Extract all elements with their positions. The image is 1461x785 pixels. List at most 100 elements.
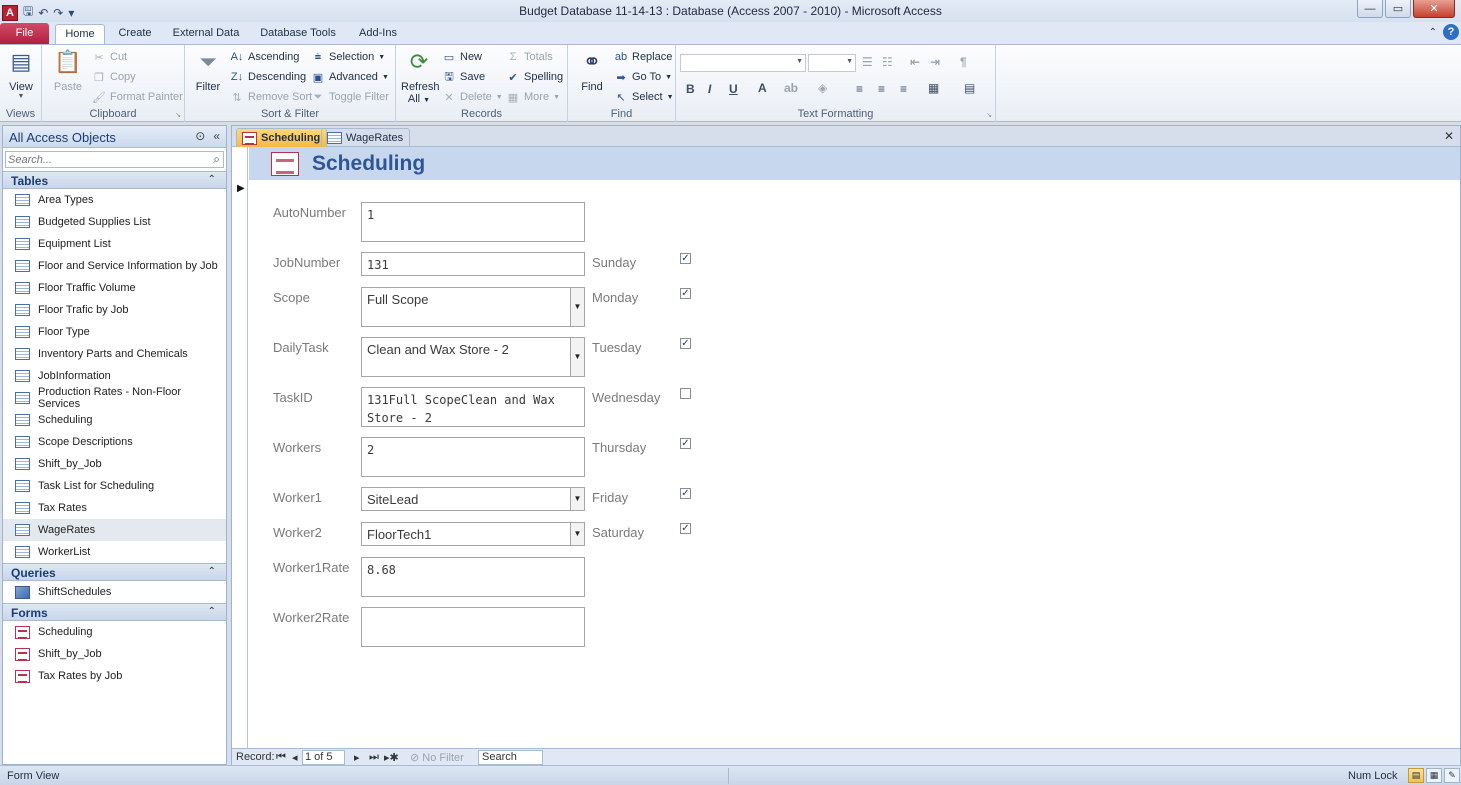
increase-indent-icon[interactable]: ⇥ xyxy=(930,55,940,69)
cut-button[interactable]: ✂ Cut xyxy=(92,48,127,66)
totals-button[interactable]: Σ Totals xyxy=(506,48,553,66)
combo-dailytask[interactable]: Clean and Wax Store - 2 ▼ xyxy=(361,337,585,377)
textbox-taskid[interactable]: 131Full ScopeClean and Wax Store - 2 xyxy=(361,387,585,427)
new-record-icon[interactable]: ▸✱ xyxy=(384,751,399,764)
checkbox-tuesday[interactable]: ✓ xyxy=(680,338,691,349)
nav-section-tables[interactable]: Tables ⌃ xyxy=(3,171,226,189)
doc-tab-wagerates[interactable]: WageRates xyxy=(321,128,411,147)
fill-color-icon[interactable]: ◈ xyxy=(818,81,827,95)
nav-section-forms[interactable]: Forms ⌃ xyxy=(3,603,226,621)
dropdown-arrow-icon[interactable]: ▼ xyxy=(570,288,584,326)
alternate-row-color-icon[interactable]: ▤ xyxy=(964,81,975,95)
dialog-launcher-icon[interactable]: ↘ xyxy=(986,111,992,119)
underline-button[interactable]: U xyxy=(729,82,738,96)
checkbox-monday[interactable]: ✓ xyxy=(680,288,691,299)
textbox-jobnumber[interactable]: 131 xyxy=(361,252,585,276)
record-search-box[interactable]: Search xyxy=(478,750,543,765)
shutter-bar-close-icon[interactable]: « xyxy=(213,129,220,143)
go-to-button[interactable]: ➡ Go To ▼ xyxy=(614,68,672,86)
combo-scope[interactable]: Full Scope ▼ xyxy=(361,287,585,327)
selection-button[interactable]: ⩧ Selection ▼ xyxy=(311,48,385,66)
combo-worker1[interactable]: SiteLead ▼ xyxy=(361,487,585,511)
nav-pane-header[interactable]: All Access Objects ⊙ « xyxy=(3,126,226,148)
previous-record-icon[interactable]: ◂ xyxy=(292,751,298,764)
paragraph-direction-icon[interactable]: ¶ xyxy=(960,55,967,69)
gridlines-icon[interactable]: ▦ xyxy=(928,81,939,95)
filter-button[interactable]: ⏷ Filter xyxy=(190,47,226,93)
nav-item[interactable]: Floor and Service Information by Job xyxy=(3,255,226,277)
more-button[interactable]: ▦ More ▼ xyxy=(506,88,560,106)
advanced-button[interactable]: ▣ Advanced ▼ xyxy=(311,68,389,86)
nav-item[interactable]: Shift_by_Job xyxy=(3,643,226,665)
dropdown-arrow-icon[interactable]: ▼ xyxy=(570,338,584,376)
nav-item[interactable]: Floor Trafic by Job xyxy=(3,299,226,321)
tab-add-ins[interactable]: Add-Ins xyxy=(351,24,405,44)
combo-worker2[interactable]: FloorTech1 ▼ xyxy=(361,522,585,546)
textbox-worker1rate[interactable]: 8.68 xyxy=(361,557,585,597)
font-size-combo[interactable]: ▼ xyxy=(808,54,856,72)
tab-database-tools[interactable]: Database Tools xyxy=(255,24,341,44)
close-document-icon[interactable]: ✕ xyxy=(1444,129,1454,143)
format-painter-button[interactable]: 🖌 Format Painter xyxy=(92,88,183,106)
textbox-autonumber[interactable]: 1 xyxy=(361,202,585,242)
nav-item[interactable]: Floor Traffic Volume xyxy=(3,277,226,299)
spelling-button[interactable]: ✔ Spelling xyxy=(506,68,563,86)
toggle-filter-button[interactable]: ⏷ Toggle Filter xyxy=(311,88,389,106)
nav-item[interactable]: Shift_by_Job xyxy=(3,453,226,475)
nav-item[interactable]: Scope Descriptions xyxy=(3,431,226,453)
nav-item[interactable]: ShiftSchedules xyxy=(3,581,226,603)
close-button[interactable]: ✕ xyxy=(1413,0,1455,18)
tab-external-data[interactable]: External Data xyxy=(168,24,244,44)
minimize-ribbon-icon[interactable]: ⌃ xyxy=(1429,27,1437,38)
align-center-icon[interactable]: ≡ xyxy=(878,82,885,96)
nav-item[interactable]: WorkerList xyxy=(3,541,226,563)
align-right-icon[interactable]: ≡ xyxy=(900,82,907,96)
select-button[interactable]: ↖ Select ▼ xyxy=(614,88,673,106)
tab-file[interactable]: File xyxy=(0,23,49,44)
next-record-icon[interactable]: ▸ xyxy=(354,751,360,764)
collapse-section-icon[interactable]: ⌃ xyxy=(208,606,216,617)
nav-item[interactable]: WageRates xyxy=(3,519,226,541)
nav-item[interactable]: JobInformation xyxy=(3,365,226,387)
bold-button[interactable]: B xyxy=(686,82,695,96)
nav-item[interactable]: Area Types xyxy=(3,189,226,211)
checkbox-sunday[interactable]: ✓ xyxy=(680,253,691,264)
layout-view-icon[interactable]: ▦ xyxy=(1426,768,1442,783)
view-button[interactable]: ▤ View ▼ xyxy=(3,47,39,100)
align-left-icon[interactable]: ≡ xyxy=(856,82,863,96)
decrease-indent-icon[interactable]: ⇤ xyxy=(910,55,920,69)
italic-button[interactable]: I xyxy=(708,82,711,96)
delete-record-button[interactable]: ✕ Delete ▼ xyxy=(442,88,502,106)
nav-menu-icon[interactable]: ⊙ xyxy=(195,129,205,143)
minimize-button[interactable]: — xyxy=(1357,0,1383,18)
checkbox-thursday[interactable]: ✓ xyxy=(680,438,691,449)
checkbox-wednesday[interactable] xyxy=(680,388,691,399)
filter-status[interactable]: ⊘ No Filter xyxy=(410,751,464,764)
new-record-button[interactable]: ▭ New xyxy=(442,48,482,66)
dialog-launcher-icon[interactable]: ↘ xyxy=(175,111,181,119)
textbox-workers[interactable]: 2 xyxy=(361,437,585,477)
dropdown-arrow-icon[interactable]: ▼ xyxy=(570,523,584,545)
record-selector[interactable]: ▶ xyxy=(232,147,248,748)
nav-item[interactable]: Tax Rates xyxy=(3,497,226,519)
nav-search-input[interactable] xyxy=(6,152,196,167)
search-icon[interactable]: ⌕ xyxy=(213,152,220,167)
nav-item[interactable]: Budgeted Supplies List xyxy=(3,211,226,233)
checkbox-friday[interactable]: ✓ xyxy=(680,488,691,499)
first-record-icon[interactable]: ⏮ xyxy=(276,751,286,764)
doc-tab-scheduling[interactable]: Scheduling xyxy=(236,128,328,147)
form-view-icon[interactable]: ▤ xyxy=(1408,768,1424,783)
font-name-combo[interactable]: ▼ xyxy=(680,54,806,72)
collapse-section-icon[interactable]: ⌃ xyxy=(208,566,216,577)
design-view-icon[interactable]: ✎ xyxy=(1444,768,1460,783)
copy-button[interactable]: ❐ Copy xyxy=(92,68,136,86)
font-color-button[interactable]: A xyxy=(758,81,767,95)
nav-item[interactable]: Scheduling xyxy=(3,621,226,643)
nav-item[interactable]: Tax Rates by Job xyxy=(3,665,226,687)
last-record-icon[interactable]: ⏭ xyxy=(369,751,379,764)
nav-section-queries[interactable]: Queries ⌃ xyxy=(3,563,226,581)
tab-home[interactable]: Home xyxy=(55,24,105,44)
paste-button[interactable]: 📋 Paste xyxy=(50,47,86,93)
ascending-button[interactable]: A↓ Ascending xyxy=(230,48,300,66)
nav-item[interactable]: Equipment List xyxy=(3,233,226,255)
